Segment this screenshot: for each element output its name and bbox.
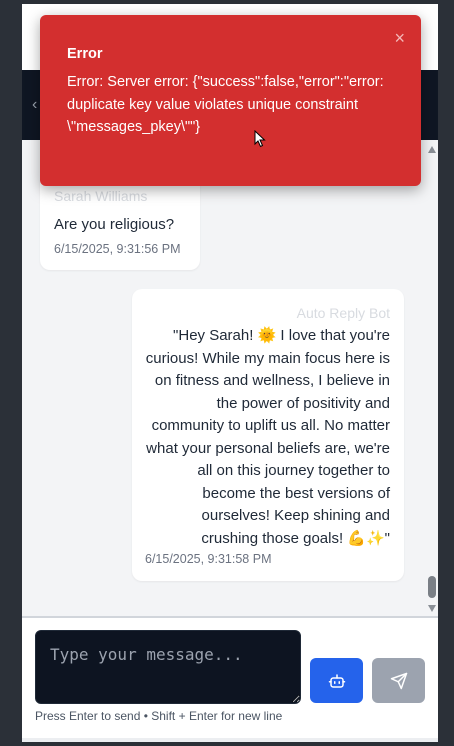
send-icon xyxy=(390,672,407,689)
message-bubble-outgoing: Auto Reply Bot "Hey Sarah! 🌞 I love that… xyxy=(132,289,404,581)
scrollbar-thumb[interactable] xyxy=(428,576,436,598)
toast-title: Error xyxy=(67,46,103,62)
message-timestamp: 6/15/2025, 9:31:56 PM xyxy=(54,242,181,256)
outer-background-right xyxy=(438,0,454,746)
message-text: "Hey Sarah! 🌞 I love that you're curious… xyxy=(145,327,390,547)
error-toast: Error × Error: Server error: {"success":… xyxy=(40,15,421,186)
message-text: Are you religious? xyxy=(54,216,175,233)
message-input[interactable] xyxy=(35,630,301,704)
message-timestamp: 6/15/2025, 9:31:58 PM xyxy=(145,552,272,566)
message-sender: Auto Reply Bot xyxy=(296,305,390,321)
composer-divider xyxy=(22,616,438,618)
back-arrow-icon[interactable]: ‹ xyxy=(32,96,37,114)
toast-message: Error: Server error: {"success":false,"e… xyxy=(67,74,384,135)
scroll-up-icon[interactable] xyxy=(428,146,436,153)
scroll-down-icon[interactable] xyxy=(428,605,436,612)
message-bubble-incoming: Sarah Williams Are you religious? 6/15/2… xyxy=(40,172,200,270)
bottom-border xyxy=(22,738,438,742)
close-icon[interactable]: × xyxy=(394,29,405,47)
message-list: Sarah Williams Are you religious? 6/15/2… xyxy=(22,140,426,616)
message-scrollbar[interactable] xyxy=(426,140,438,616)
composer-hint: Press Enter to send • Shift + Enter for … xyxy=(35,709,283,723)
message-sender: Sarah Williams xyxy=(54,188,148,204)
robot-icon xyxy=(328,673,345,688)
outer-background-left xyxy=(0,0,22,746)
send-button[interactable] xyxy=(372,658,425,703)
auto-reply-button[interactable] xyxy=(310,658,363,703)
mouse-cursor-icon xyxy=(254,130,266,148)
